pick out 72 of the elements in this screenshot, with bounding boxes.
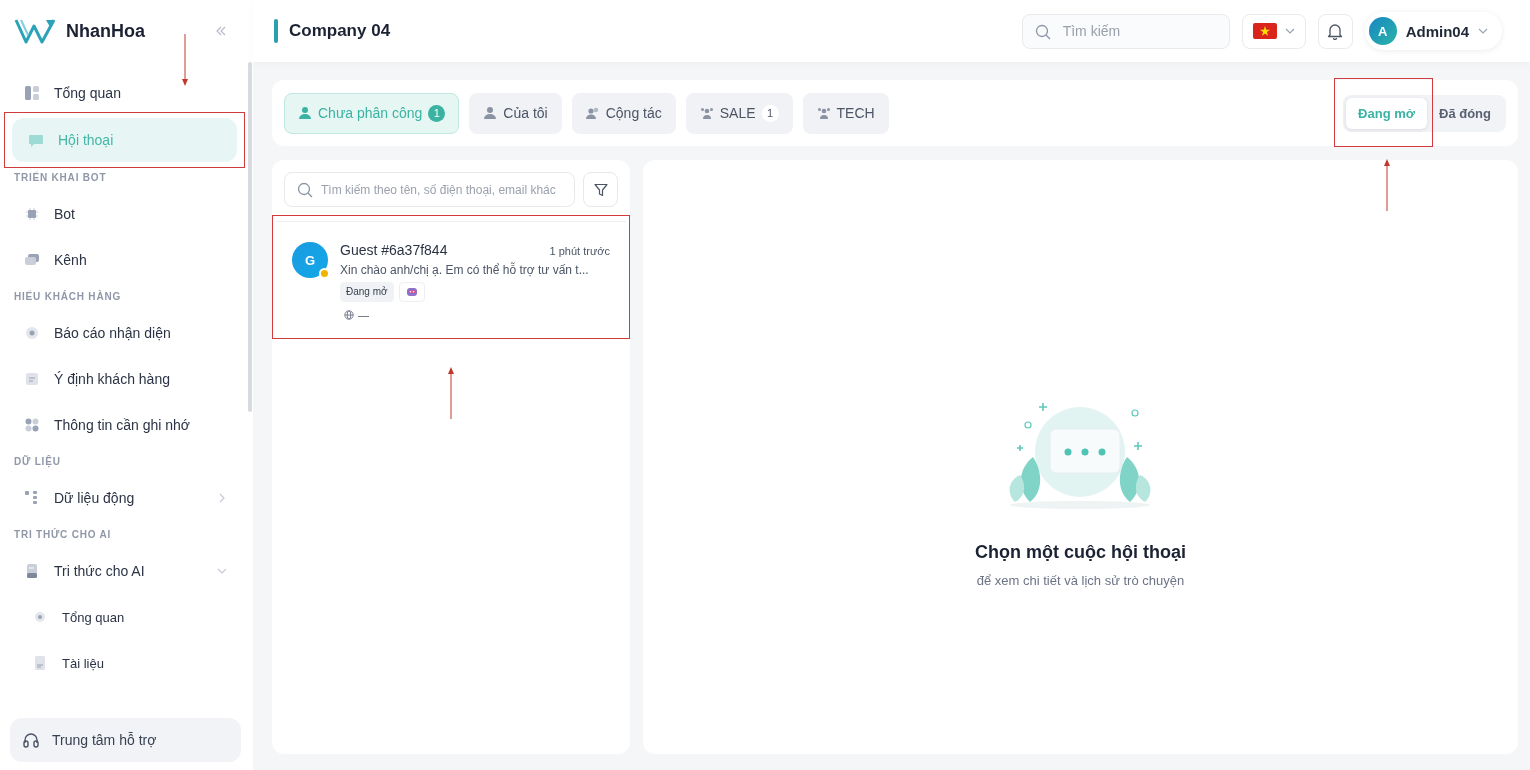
section-heading: TRI THỨC CHO AI (13, 527, 113, 542)
sidebar-item[interactable]: Thông tin cần ghi nhớ (8, 402, 241, 448)
chevron-icon (1478, 26, 1488, 36)
status-tag: Đang mở (340, 282, 394, 302)
note-icon (24, 371, 40, 387)
team-icon (816, 106, 831, 120)
robot-icon (405, 286, 418, 298)
search-field[interactable]: Tìm kiếm theo tên, số điện thoại, email khác (284, 172, 575, 207)
users-icon (585, 106, 600, 120)
disc-icon (32, 609, 48, 625)
empty-state-subtitle: để xem chi tiết và lịch sử trò chuyện (976, 572, 1185, 588)
help-center-button[interactable]: Trung tâm hỗ trợ (10, 718, 241, 762)
headset-icon (22, 731, 40, 749)
sidebar-item[interactable]: Bot (8, 191, 241, 237)
user-icon (298, 106, 312, 120)
status-option[interactable]: Đã đóng (1427, 97, 1503, 129)
flag-icon (1252, 23, 1277, 39)
team-icon (699, 106, 714, 120)
chip-icon (24, 206, 40, 222)
filter-icon (593, 182, 608, 197)
list-icon (24, 490, 40, 506)
chat-bubbles-icon (24, 252, 40, 268)
document-icon (24, 563, 40, 579)
message-preview: Xin chào anh/chị ạ. Em có thể hỗ trợ tư vấn t... (340, 263, 590, 277)
annotation-arrow (1382, 158, 1391, 211)
user-name: Admin04 (1405, 22, 1469, 40)
user-menu[interactable]: A Admin04 (1364, 12, 1502, 50)
sidebar-item[interactable]: Tổng quan (8, 594, 241, 640)
user-avatar: A (1368, 17, 1397, 45)
chat-bubble-icon (28, 132, 44, 148)
count-badge: 1 (761, 104, 779, 122)
document-icon (32, 655, 48, 671)
guest-avatar: G (292, 242, 328, 278)
logo-text: NhanHoa (66, 20, 146, 42)
sidebar-item[interactable]: Ý định khách hàng (8, 356, 241, 402)
sidebar-item[interactable]: Tổng quan (8, 70, 241, 116)
conversation-item[interactable]: G Guest #6a37f844 1 phút trước Xin chào anh/chị ạ. Em có thể hỗ trợ tư vấn t... Đang mở — (276, 221, 626, 337)
search-icon (297, 182, 313, 198)
annotation-arrow (181, 34, 189, 86)
tab[interactable]: SALE 1 (685, 92, 793, 134)
title-accent (274, 19, 278, 43)
timestamp: 1 phút trước (549, 245, 610, 257)
tab[interactable]: Cộng tác (571, 92, 676, 134)
sidebar-item[interactable]: Tài liệu (8, 640, 241, 686)
empty-state-title: Chọn một cuộc hội thoại (975, 541, 1186, 563)
section-heading: DỮ LIỆU (13, 454, 62, 470)
section-heading: TRIỂN KHAI BOT (13, 170, 108, 185)
tab[interactable]: TECH (802, 92, 889, 134)
annotation-arrow (447, 367, 455, 419)
notification-button[interactable] (1317, 13, 1353, 49)
count-badge: 1 (428, 104, 446, 122)
bell-icon (1326, 22, 1345, 40)
globe-icon (344, 310, 354, 320)
filter-button[interactable] (583, 172, 618, 207)
language-button[interactable] (1241, 13, 1306, 49)
guest-name: Guest #6a37f844 (340, 242, 448, 258)
disc-icon (24, 325, 40, 341)
dots-grid-icon (24, 417, 40, 433)
sidebar-item[interactable]: Báo cáo nhận diện (8, 310, 241, 356)
sidebar-item[interactable]: Kênh (8, 237, 241, 283)
search-icon (1034, 23, 1051, 40)
sidebar-item[interactable]: Tri thức cho AI (8, 548, 241, 594)
presence-dot (319, 268, 330, 279)
chevron-icon (1284, 26, 1295, 36)
page-title: Company 04 (289, 21, 391, 41)
dashboard-icon (24, 85, 40, 101)
section-heading: HIỂU KHÁCH HÀNG (13, 289, 122, 304)
tab[interactable]: Của tôi (469, 92, 562, 134)
sidebar-item[interactable]: Dữ liệu động (8, 475, 241, 521)
channel-tag: — (340, 307, 373, 323)
search-field[interactable]: Tìm kiếm (1021, 13, 1230, 49)
user-icon (483, 106, 498, 120)
